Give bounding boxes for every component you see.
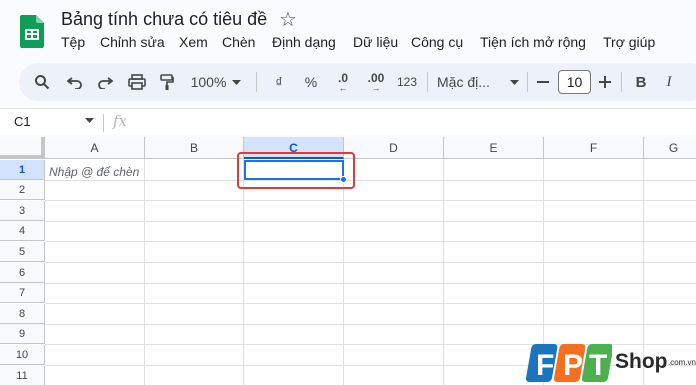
name-box[interactable]: C1	[14, 114, 31, 129]
selected-cell-c1[interactable]	[244, 160, 344, 180]
increase-font-size-icon[interactable]	[595, 63, 615, 101]
row-header-1[interactable]: 1	[0, 160, 45, 180]
column-header-g[interactable]: G	[644, 137, 696, 159]
cell-a1-placeholder[interactable]: Nhập @ để chèn	[49, 165, 139, 179]
menu-data[interactable]: Dữ liệu	[353, 34, 398, 50]
menu-view[interactable]: Xem	[179, 34, 208, 50]
search-icon[interactable]	[29, 63, 55, 101]
header: Bảng tính chưa có tiêu đề ☆ Tệp Chỉnh sử…	[0, 0, 696, 60]
decrease-decimal-label: .0	[337, 70, 348, 85]
formula-bar: C1 fx	[0, 108, 696, 135]
zoom-value: 100%	[190, 74, 227, 90]
bold-label: B	[635, 73, 647, 91]
menu-extensions[interactable]: Tiện ích mở rộng	[480, 34, 586, 50]
toolbar-divider	[256, 72, 257, 92]
fpt-letter-p: P	[563, 349, 583, 382]
arrow-left-icon: ←	[338, 82, 348, 93]
gridline	[45, 241, 696, 242]
row-header-6[interactable]: 6	[0, 263, 45, 283]
percent-format-button[interactable]: %	[301, 63, 321, 101]
italic-label: I	[666, 73, 672, 90]
fx-icon: fx	[113, 112, 128, 130]
sheets-logo-icon[interactable]	[20, 15, 44, 48]
zoom-select[interactable]: 100%	[187, 63, 245, 101]
column-header-a[interactable]: A	[45, 137, 145, 159]
gridline	[45, 180, 696, 181]
decrease-decimal-button[interactable]: .0 ←	[329, 63, 357, 101]
row-header-8[interactable]: 8	[0, 304, 45, 324]
row-header-4[interactable]: 4	[0, 221, 45, 241]
bold-button[interactable]: B	[631, 63, 651, 101]
gridline	[243, 159, 244, 385]
gridline	[45, 221, 696, 222]
number-format-label: 123	[396, 75, 418, 89]
arrow-right-icon: →	[371, 82, 381, 93]
menu-format[interactable]: Định dạng	[272, 34, 336, 50]
column-header-b[interactable]: B	[145, 137, 244, 159]
gridline	[45, 283, 696, 284]
decrease-font-size-icon[interactable]	[533, 63, 553, 101]
chevron-down-icon	[510, 79, 519, 85]
watermark-shop: Shop	[615, 350, 668, 373]
increase-decimal-button[interactable]: .00 →	[362, 63, 390, 101]
menu-insert[interactable]: Chèn	[222, 34, 255, 50]
row-header-10[interactable]: 10	[0, 345, 45, 365]
gridline	[45, 324, 696, 325]
column-header-f[interactable]: F	[544, 137, 644, 159]
sheets-app: Bảng tính chưa có tiêu đề ☆ Tệp Chỉnh sử…	[0, 0, 696, 385]
fptshop-watermark: F P T Shop .com.vn	[524, 342, 696, 385]
font-size-input[interactable]: 10	[558, 70, 591, 94]
fill-handle[interactable]	[340, 176, 347, 183]
column-header-d[interactable]: D	[344, 137, 444, 159]
paint-format-icon[interactable]	[154, 63, 180, 101]
star-icon[interactable]: ☆	[279, 7, 297, 32]
row-header-9[interactable]: 9	[0, 324, 45, 344]
gridline	[443, 159, 444, 385]
font-family-value: Mặc đị...	[437, 74, 490, 90]
print-icon[interactable]	[124, 63, 150, 101]
gridline	[45, 303, 696, 304]
fpt-logo: F P T	[525, 344, 612, 382]
row-header-5[interactable]: 5	[0, 242, 45, 262]
toolbar-divider	[621, 72, 622, 92]
menu-edit[interactable]: Chỉnh sửa	[100, 34, 165, 50]
watermark-domain: .com.vn	[668, 358, 696, 367]
percent-label: %	[304, 74, 318, 90]
increase-decimal-label: .00	[367, 70, 385, 85]
row-header-3[interactable]: 3	[0, 201, 45, 221]
currency-format-button[interactable]: ₫	[269, 63, 289, 101]
font-family-select[interactable]: Mặc đị...	[437, 63, 519, 101]
menu-tools[interactable]: Công cụ	[411, 34, 463, 50]
gridline	[144, 159, 145, 385]
number-format-button[interactable]: 123	[394, 63, 420, 101]
toolbar-divider	[527, 72, 528, 92]
select-all-corner[interactable]	[0, 137, 45, 159]
document-title[interactable]: Bảng tính chưa có tiêu đề	[61, 9, 267, 30]
formula-bar-divider	[103, 114, 104, 132]
fpt-letter-t: T	[589, 349, 607, 382]
currency-label: ₫	[275, 74, 283, 90]
redo-icon[interactable]	[92, 63, 118, 101]
chevron-down-icon	[232, 79, 242, 85]
chevron-down-icon[interactable]	[85, 118, 94, 123]
menu-help[interactable]: Trợ giúp	[603, 34, 655, 50]
row-header-2[interactable]: 2	[0, 180, 45, 200]
undo-icon[interactable]	[62, 63, 88, 101]
menu-file[interactable]: Tệp	[61, 34, 85, 50]
gridline	[343, 159, 344, 385]
fpt-letter-f: F	[536, 349, 554, 382]
row-header-11[interactable]: 11	[0, 366, 45, 385]
toolbar: 100% ₫ % .0 ← .00 → 123 Mặc đị... 10 B I	[19, 63, 696, 101]
column-header-e[interactable]: E	[444, 137, 544, 159]
italic-button[interactable]: I	[659, 63, 679, 101]
toolbar-divider	[427, 72, 428, 92]
row-header-7[interactable]: 7	[0, 283, 45, 303]
gridline	[45, 262, 696, 263]
gridline	[45, 200, 696, 201]
